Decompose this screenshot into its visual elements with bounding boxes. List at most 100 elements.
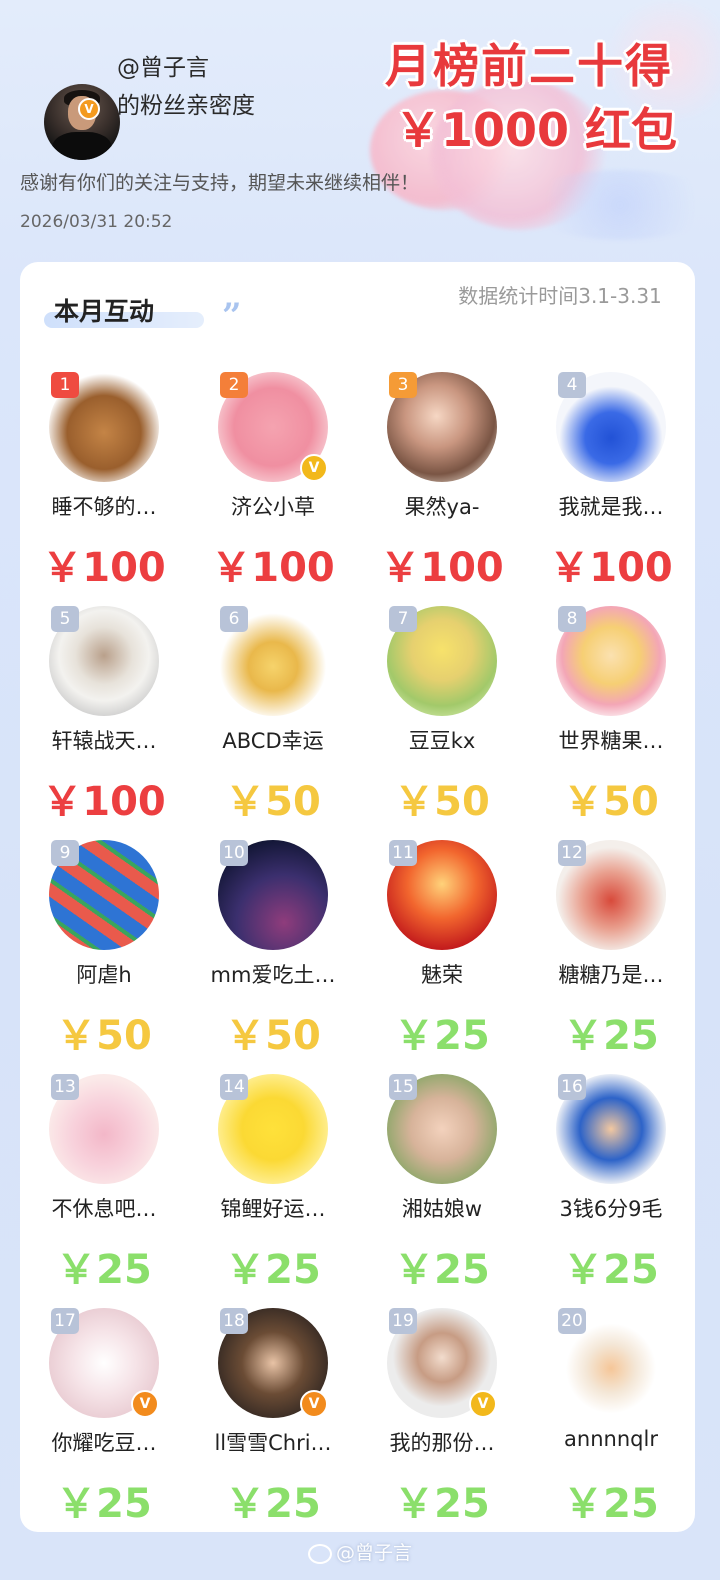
rank-badge: 8: [558, 606, 586, 632]
fan-name[interactable]: 阿虐h: [24, 959, 184, 989]
fan-item[interactable]: 19 V 我的那份… ￥25: [358, 1303, 526, 1537]
header: V @曾子言 的粉丝亲密度 月榜前二十得 ￥1000 红包 感谢有你们的关注与支…: [0, 0, 720, 260]
verified-badge-icon: V: [131, 1390, 159, 1418]
rank-badge: 5: [51, 606, 79, 632]
fan-name[interactable]: 你耀吃豆…: [24, 1427, 184, 1457]
fan-item[interactable]: 8 世界糖果… ￥50: [527, 601, 695, 835]
profile-avatar[interactable]: V: [22, 42, 120, 160]
reward-amount: ￥50: [225, 1013, 321, 1059]
rank-badge: 11: [389, 840, 417, 866]
reward-amount: ￥25: [563, 1247, 659, 1293]
fan-name[interactable]: 不休息吧…: [24, 1193, 184, 1223]
fan-avatar-wrap[interactable]: 13: [49, 1074, 159, 1184]
fan-item[interactable]: 5 轩辕战天… ￥100: [20, 601, 188, 835]
reward-amount: ￥100: [42, 545, 166, 591]
fan-avatar-wrap[interactable]: 3: [387, 372, 497, 482]
reward-amount: ￥25: [563, 1481, 659, 1527]
fan-item[interactable]: 11 魅荣 ￥25: [358, 835, 526, 1069]
thanks-message: 感谢有你们的关注与支持，期望未来继续相伴！: [20, 172, 420, 194]
fan-item[interactable]: 4 我就是我… ￥100: [527, 367, 695, 601]
reward-amount: ￥25: [56, 1481, 152, 1527]
fan-avatar-wrap[interactable]: 5: [49, 606, 159, 716]
reward-amount: ￥100: [380, 545, 504, 591]
ranking-card: 本月互动 ” 数据统计时间3.1-3.31 1 睡不够的… ￥100 2 V 济公小草 ￥1…: [20, 262, 695, 1532]
fan-name[interactable]: 魅荣: [362, 959, 522, 989]
reward-amount: ￥25: [394, 1247, 490, 1293]
fan-item[interactable]: 7 豆豆kx ￥50: [358, 601, 526, 835]
profile-handle[interactable]: @曾子言: [117, 48, 209, 82]
rank-badge: 16: [558, 1074, 586, 1100]
section-header: 本月互动 ”: [44, 286, 242, 336]
fan-name[interactable]: ll雪雪Chri…: [193, 1427, 353, 1457]
fan-item[interactable]: 6 ABCD幸运 ￥50: [189, 601, 357, 835]
reward-amount: ￥25: [225, 1481, 321, 1527]
fan-avatar-wrap[interactable]: 7: [387, 606, 497, 716]
fan-item[interactable]: 12 糖糖乃是… ￥25: [527, 835, 695, 1069]
fan-name[interactable]: 糖糖乃是…: [531, 959, 691, 989]
fan-avatar-wrap[interactable]: 18 V: [218, 1308, 328, 1418]
section-title: 本月互动: [54, 297, 155, 326]
fan-avatar-wrap[interactable]: 10: [218, 840, 328, 950]
fan-item[interactable]: 1 睡不够的… ￥100: [20, 367, 188, 601]
reward-amount: ￥100: [42, 779, 166, 825]
fan-name[interactable]: ABCD幸运: [193, 725, 353, 755]
fan-item[interactable]: 9 阿虐h ￥50: [20, 835, 188, 1069]
promo-reward: ￥1000 红包: [395, 103, 678, 157]
fan-avatar-wrap[interactable]: 4: [556, 372, 666, 482]
fan-name[interactable]: annnnqlr: [531, 1427, 691, 1451]
fan-avatar-wrap[interactable]: 15: [387, 1074, 497, 1184]
verified-badge-icon: V: [469, 1390, 497, 1418]
fan-avatar-wrap[interactable]: 6: [218, 606, 328, 716]
fan-name[interactable]: 轩辕战天…: [24, 725, 184, 755]
reward-amount: ￥25: [394, 1013, 490, 1059]
fan-avatar-wrap[interactable]: 19 V: [387, 1308, 497, 1418]
fan-name[interactable]: 济公小草: [193, 491, 353, 521]
fan-item[interactable]: 16 3钱6分9毛 ￥25: [527, 1069, 695, 1303]
fan-item[interactable]: 14 锦鲤好运… ￥25: [189, 1069, 357, 1303]
rank-badge: 10: [220, 840, 248, 866]
fan-name[interactable]: 果然ya-: [362, 491, 522, 521]
reward-amount: ￥100: [211, 545, 335, 591]
rank-badge: 6: [220, 606, 248, 632]
fan-name[interactable]: 湘姑娘w: [362, 1193, 522, 1223]
promo-headline: 月榜前二十得: [385, 39, 673, 93]
reward-amount: ￥25: [394, 1481, 490, 1527]
fan-item[interactable]: 20 annnnqlr ￥25: [527, 1303, 695, 1537]
rank-badge: 20: [558, 1308, 586, 1334]
fan-avatar-wrap[interactable]: 17 V: [49, 1308, 159, 1418]
fan-avatar-wrap[interactable]: 14: [218, 1074, 328, 1184]
fan-item[interactable]: 13 不休息吧… ￥25: [20, 1069, 188, 1303]
fan-avatar-wrap[interactable]: 16: [556, 1074, 666, 1184]
reward-amount: ￥25: [225, 1247, 321, 1293]
fan-avatar-wrap[interactable]: 20: [556, 1308, 666, 1418]
fan-name[interactable]: 我的那份…: [362, 1427, 522, 1457]
rank-badge: 1: [51, 372, 79, 398]
fan-name[interactable]: 锦鲤好运…: [193, 1193, 353, 1223]
fan-avatar-wrap[interactable]: 8: [556, 606, 666, 716]
rank-badge: 19: [389, 1308, 417, 1334]
fan-avatar-wrap[interactable]: 9: [49, 840, 159, 950]
fan-item[interactable]: 10 mm爱吃土… ￥50: [189, 835, 357, 1069]
fan-item[interactable]: 17 V 你耀吃豆… ￥25: [20, 1303, 188, 1537]
rank-badge: 18: [220, 1308, 248, 1334]
fan-item[interactable]: 2 V 济公小草 ￥100: [189, 367, 357, 601]
rank-badge: 15: [389, 1074, 417, 1100]
verified-badge-icon: V: [300, 454, 328, 482]
fan-item[interactable]: 18 V ll雪雪Chri… ￥25: [189, 1303, 357, 1537]
rank-badge: 13: [51, 1074, 79, 1100]
fan-avatar-wrap[interactable]: 12: [556, 840, 666, 950]
fan-item[interactable]: 15 湘姑娘w ￥25: [358, 1069, 526, 1303]
fan-avatar-wrap[interactable]: 2V: [218, 372, 328, 482]
fan-name[interactable]: 睡不够的…: [24, 491, 184, 521]
fan-item[interactable]: 3 果然ya- ￥100: [358, 367, 526, 601]
reward-amount: ￥25: [563, 1013, 659, 1059]
fan-avatar-wrap[interactable]: 11: [387, 840, 497, 950]
fan-name[interactable]: 3钱6分9毛: [531, 1193, 691, 1223]
rank-badge: 12: [558, 840, 586, 866]
fan-name[interactable]: 世界糖果…: [531, 725, 691, 755]
fan-name[interactable]: 豆豆kx: [362, 725, 522, 755]
verified-badge-icon: V: [78, 98, 100, 120]
fan-name[interactable]: mm爱吃土…: [193, 959, 353, 989]
fan-name[interactable]: 我就是我…: [531, 491, 691, 521]
fan-avatar-wrap[interactable]: 1: [49, 372, 159, 482]
